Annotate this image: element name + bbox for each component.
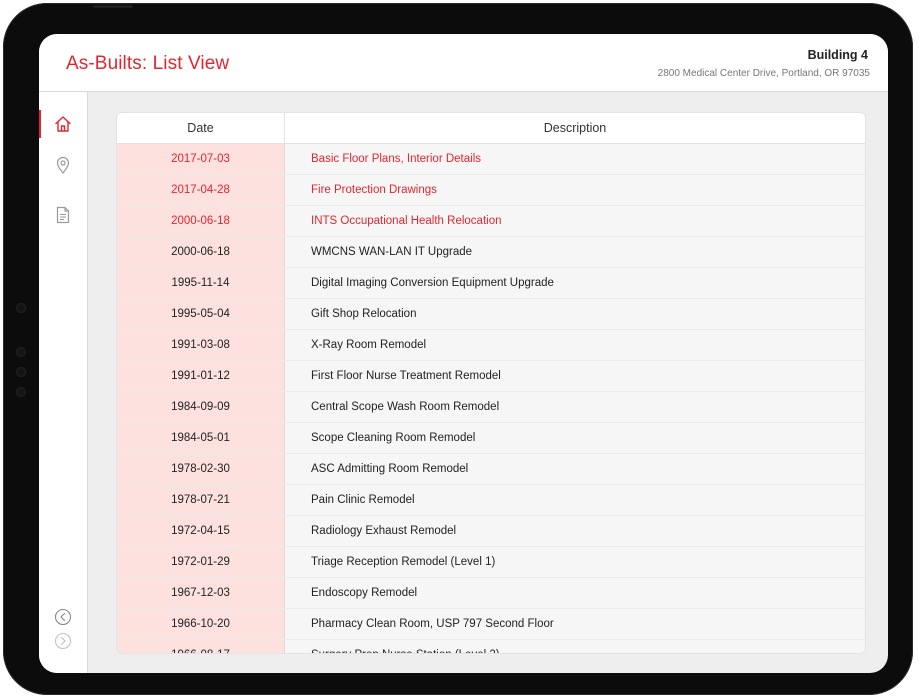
row-description: First Floor Nurse Treatment Remodel — [284, 360, 865, 392]
row-date: 1978-02-30 — [117, 453, 285, 485]
as-builts-table: Date Description 2017-07-03 Basic Floor P… — [117, 113, 865, 653]
camera-dot — [16, 367, 26, 377]
row-date: 1967-12-03 — [117, 577, 285, 609]
table-row[interactable]: 2000-06-18 WMCNS WAN-LAN IT Upgrade — [117, 236, 865, 268]
row-description: INTS Occupational Health Relocation — [284, 205, 865, 237]
building-address: 2800 Medical Center Drive, Portland, OR … — [657, 68, 870, 79]
app-screen: As-Builts: List View Building 4 2800 Med… — [39, 34, 888, 673]
table-row[interactable]: 1972-01-29 Triage Reception Remodel (Leve… — [117, 546, 865, 578]
row-description: Scope Cleaning Room Remodel — [284, 422, 865, 454]
next-button[interactable] — [39, 623, 87, 659]
chevron-right-circle-icon — [54, 632, 72, 650]
row-description: Basic Floor Plans, Interior Details — [284, 143, 865, 175]
column-header-description[interactable]: Description — [284, 113, 865, 144]
as-builts-table-card: Date Description 2017-07-03 Basic Floor P… — [117, 113, 865, 653]
row-date: 1966-08-17 — [117, 639, 285, 653]
column-header-date[interactable]: Date — [117, 113, 285, 144]
row-date: 1972-04-15 — [117, 515, 285, 547]
row-date: 2017-04-28 — [117, 174, 285, 206]
table-row[interactable]: 1967-12-03 Endoscopy Remodel — [117, 577, 865, 609]
tablet-frame: As-Builts: List View Building 4 2800 Med… — [3, 3, 913, 695]
camera-dot — [16, 387, 26, 397]
row-description: Gift Shop Relocation — [284, 298, 865, 330]
row-description: X-Ray Room Remodel — [284, 329, 865, 361]
row-date: 2000-06-18 — [117, 205, 285, 237]
sidebar — [39, 92, 88, 673]
row-description: WMCNS WAN-LAN IT Upgrade — [284, 236, 865, 268]
table-row[interactable]: 1978-02-30 ASC Admitting Room Remodel — [117, 453, 865, 485]
row-date: 2000-06-18 — [117, 236, 285, 268]
row-description: Fire Protection Drawings — [284, 174, 865, 206]
table-row[interactable]: 1991-01-12 First Floor Nurse Treatment Re… — [117, 360, 865, 392]
row-description: ASC Admitting Room Remodel — [284, 453, 865, 485]
table-body: 2017-07-03 Basic Floor Plans, Interior De… — [117, 143, 865, 653]
table-row[interactable]: 1984-05-01 Scope Cleaning Room Remodel — [117, 422, 865, 454]
sidebar-item-documents[interactable] — [39, 197, 87, 233]
row-description: Pain Clinic Remodel — [284, 484, 865, 516]
row-description: Central Scope Wash Room Remodel — [284, 391, 865, 423]
row-date: 1984-09-09 — [117, 391, 285, 423]
camera-dot — [16, 347, 26, 357]
home-icon — [55, 116, 71, 132]
row-date: 2017-07-03 — [117, 143, 285, 175]
table-row[interactable]: 1991-03-08 X-Ray Room Remodel — [117, 329, 865, 361]
row-date: 1991-03-08 — [117, 329, 285, 361]
table-row[interactable]: 1972-04-15 Radiology Exhaust Remodel — [117, 515, 865, 547]
table-row[interactable]: 1966-10-20 Pharmacy Clean Room, USP 797 S… — [117, 608, 865, 640]
document-icon — [56, 206, 70, 224]
row-date: 1995-05-04 — [117, 298, 285, 330]
row-description: Triage Reception Remodel (Level 1) — [284, 546, 865, 578]
row-date: 1991-01-12 — [117, 360, 285, 392]
row-date: 1978-07-21 — [117, 484, 285, 516]
building-name: Building 4 — [807, 48, 868, 62]
table-row[interactable]: 1995-11-14 Digital Imaging Conversion Equ… — [117, 267, 865, 299]
row-date: 1972-01-29 — [117, 546, 285, 578]
row-description: Digital Imaging Conversion Equipment Upg… — [284, 267, 865, 299]
table-row[interactable]: 1984-09-09 Central Scope Wash Room Remode… — [117, 391, 865, 423]
camera-dot — [16, 303, 26, 313]
table-row[interactable]: 2017-04-28 Fire Protection Drawings — [117, 174, 865, 206]
table-row[interactable]: 1995-05-04 Gift Shop Relocation — [117, 298, 865, 330]
sidebar-item-home[interactable] — [39, 106, 87, 142]
table-header-row: Date Description — [117, 113, 865, 144]
row-date: 1984-05-01 — [117, 422, 285, 454]
table-row[interactable]: 2017-07-03 Basic Floor Plans, Interior De… — [117, 143, 865, 175]
row-description: Radiology Exhaust Remodel — [284, 515, 865, 547]
top-button — [93, 5, 133, 8]
table-row[interactable]: 1966-08-17Surgery Prep Nurse Station (Le… — [117, 639, 865, 653]
table-row[interactable]: 2000-06-18 INTS Occupational Health Reloc… — [117, 205, 865, 237]
row-description: Surgery Prep Nurse Station (Level 2) — [284, 639, 865, 653]
app-header: As-Builts: List View Building 4 2800 Med… — [39, 34, 888, 92]
row-description: Pharmacy Clean Room, USP 797 Second Floo… — [284, 608, 865, 640]
page-title: As-Builts: List View — [66, 53, 230, 74]
sidebar-item-location[interactable] — [39, 147, 87, 183]
row-description: Endoscopy Remodel — [284, 577, 865, 609]
table-row[interactable]: 1978-07-21 Pain Clinic Remodel — [117, 484, 865, 516]
location-pin-icon — [56, 156, 70, 174]
row-date: 1966-10-20 — [117, 608, 285, 640]
row-date: 1995-11-14 — [117, 267, 285, 299]
